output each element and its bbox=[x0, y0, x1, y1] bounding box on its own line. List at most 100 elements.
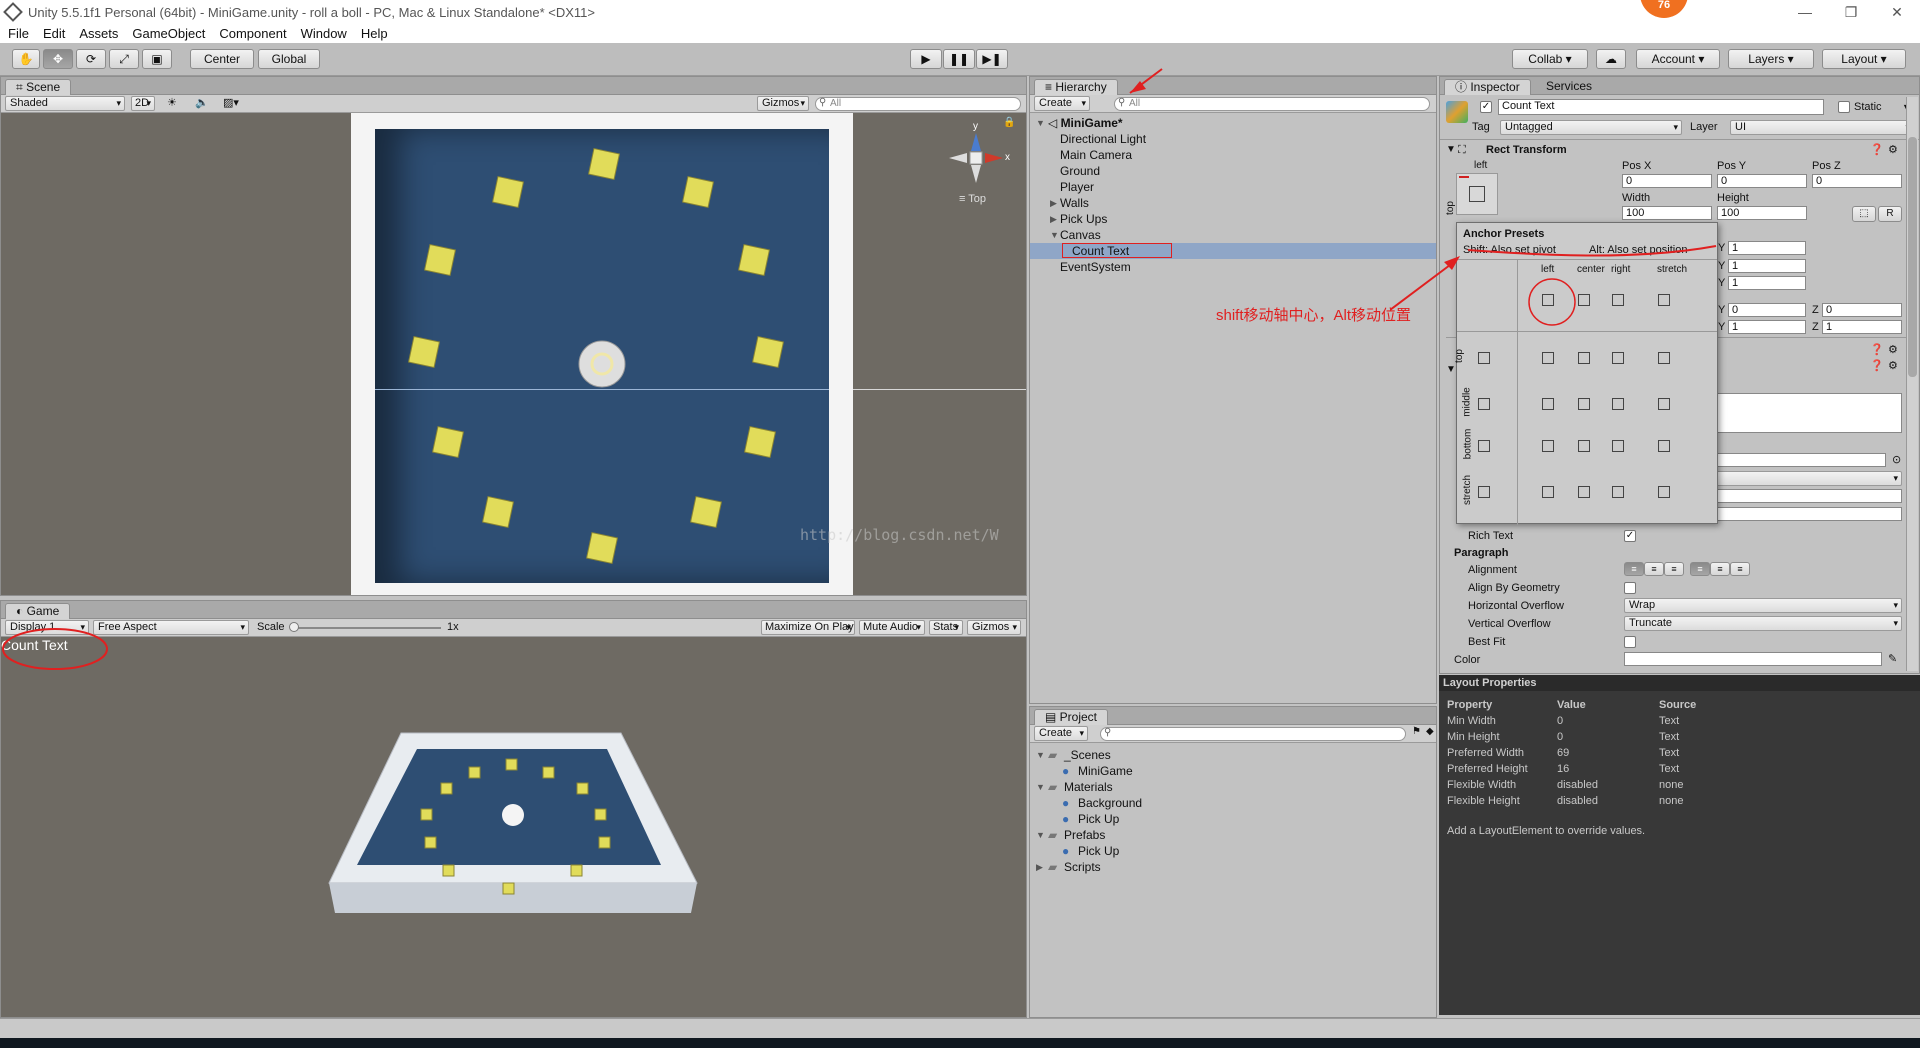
tab-project[interactable]: ▤ Project bbox=[1034, 709, 1109, 725]
lighting-icon[interactable]: ☀ bbox=[167, 96, 177, 109]
anchor-preset-v-2[interactable] bbox=[1469, 431, 1499, 461]
anchor-max-y-input[interactable]: 1 bbox=[1728, 259, 1806, 273]
layer-dropdown[interactable]: UI bbox=[1730, 120, 1914, 135]
hierarchy-create-dropdown[interactable]: Create bbox=[1034, 96, 1090, 111]
anchor-preset-v-0[interactable] bbox=[1469, 343, 1499, 373]
anchor-min-y-input[interactable]: 1 bbox=[1728, 241, 1806, 255]
hierarchy-item[interactable]: ▶ Walls bbox=[1030, 195, 1436, 211]
effects-icon[interactable]: ▨▾ bbox=[223, 96, 239, 109]
anchor-preset-1-2[interactable] bbox=[1603, 389, 1633, 419]
anchor-preset-3-2[interactable] bbox=[1603, 477, 1633, 507]
filter-icon[interactable]: ⚑ bbox=[1412, 726, 1421, 737]
align-middle-button[interactable]: ≡ bbox=[1710, 562, 1730, 576]
menu-item-help[interactable]: Help bbox=[361, 26, 388, 41]
hierarchy-item[interactable]: Count Text bbox=[1030, 243, 1436, 259]
mute-audio-toggle[interactable]: Mute Audio bbox=[859, 620, 925, 635]
text-content-area[interactable] bbox=[1716, 393, 1902, 433]
scene-orientation-gizmo[interactable]: y x ≡ Top bbox=[941, 121, 1011, 213]
scene-search-input[interactable]: All bbox=[815, 97, 1021, 111]
menu-item-component[interactable]: Component bbox=[219, 26, 286, 41]
align-bottom-button[interactable]: ≡ bbox=[1730, 562, 1750, 576]
rich-text-checkbox[interactable]: ✓ bbox=[1624, 530, 1636, 542]
maximize-button[interactable]: ❐ bbox=[1828, 0, 1874, 24]
settings-gear-icon[interactable]: ⚙ bbox=[1888, 143, 1898, 157]
game-viewport[interactable]: Count Text bbox=[1, 628, 1026, 1017]
hierarchy-item[interactable]: Player bbox=[1030, 179, 1436, 195]
anchor-preset-3-3[interactable] bbox=[1649, 477, 1679, 507]
align-left-button[interactable]: ≡ bbox=[1624, 562, 1644, 576]
project-item[interactable]: ▶ ▰ Scripts bbox=[1030, 859, 1436, 875]
hierarchy-item[interactable]: EventSystem bbox=[1030, 259, 1436, 275]
blueprint-mode-button[interactable]: ⬚ bbox=[1852, 206, 1876, 222]
hierarchy-item[interactable]: Main Camera bbox=[1030, 147, 1436, 163]
menu-item-window[interactable]: Window bbox=[301, 26, 347, 41]
scale-tool-button[interactable]: ⤢ bbox=[109, 49, 139, 69]
anchor-preset-v-1[interactable] bbox=[1469, 389, 1499, 419]
anchor-preset-2-3[interactable] bbox=[1649, 431, 1679, 461]
pos-z-input[interactable]: 0 bbox=[1812, 174, 1902, 188]
fold-arrow-icon[interactable]: ▶ bbox=[1050, 211, 1057, 227]
stats-toggle[interactable]: Stats bbox=[929, 620, 963, 635]
object-picker-icon[interactable]: ⊙ bbox=[1892, 453, 1901, 467]
project-item[interactable]: ▼ ▰ Materials bbox=[1030, 779, 1436, 795]
project-item[interactable]: ▼ ▰ Prefabs bbox=[1030, 827, 1436, 843]
fold-arrow-icon[interactable]: ▼ bbox=[1036, 779, 1045, 795]
hierarchy-search-input[interactable]: All bbox=[1114, 97, 1430, 111]
anchor-preset-1-3[interactable] bbox=[1649, 389, 1679, 419]
scale-slider-handle[interactable] bbox=[289, 622, 299, 632]
fold-arrow-icon[interactable]: ▼ bbox=[1050, 227, 1059, 243]
step-button[interactable]: ▶❚ bbox=[976, 49, 1008, 69]
active-checkbox[interactable]: ✓ bbox=[1480, 101, 1492, 113]
anchor-preset-2-1[interactable] bbox=[1569, 431, 1599, 461]
anchor-preset-0-0[interactable] bbox=[1533, 343, 1563, 373]
align-top-button[interactable]: ≡ bbox=[1690, 562, 1710, 576]
help-icon[interactable]: ❓ bbox=[1870, 143, 1884, 157]
minimize-button[interactable]: — bbox=[1782, 0, 1828, 24]
tag-dropdown[interactable]: Untagged bbox=[1500, 120, 1682, 135]
pos-y-input[interactable]: 0 bbox=[1717, 174, 1807, 188]
project-search-input[interactable] bbox=[1100, 727, 1406, 741]
collab-dropdown[interactable]: Collab ▾ bbox=[1512, 49, 1588, 69]
hierarchy-item[interactable]: ▼ Canvas bbox=[1030, 227, 1436, 243]
lock-icon[interactable]: 🔒 bbox=[1003, 117, 1015, 128]
anchor-preset-0-3[interactable] bbox=[1649, 343, 1679, 373]
rotation-y-input[interactable]: 0 bbox=[1728, 303, 1806, 317]
hierarchy-item[interactable]: Ground bbox=[1030, 163, 1436, 179]
rotation-z-input[interactable]: 0 bbox=[1822, 303, 1902, 317]
scene-gizmos-dropdown[interactable]: Gizmos bbox=[757, 96, 809, 111]
tab-services[interactable]: Services bbox=[1536, 79, 1602, 95]
scale-y-input[interactable]: 1 bbox=[1728, 320, 1806, 334]
close-button[interactable]: ✕ bbox=[1874, 0, 1920, 24]
pause-button[interactable]: ❚❚ bbox=[943, 49, 975, 69]
align-center-button[interactable]: ≡ bbox=[1644, 562, 1664, 576]
object-name-input[interactable]: Count Text bbox=[1498, 99, 1824, 115]
anchor-preset-2-2[interactable] bbox=[1603, 431, 1633, 461]
static-checkbox[interactable] bbox=[1838, 101, 1850, 113]
anchor-preset-0-1[interactable] bbox=[1569, 343, 1599, 373]
settings-gear-icon[interactable]: ⚙ bbox=[1888, 359, 1898, 373]
best-fit-checkbox[interactable] bbox=[1624, 636, 1636, 648]
game-gizmos-dropdown[interactable]: Gizmos bbox=[967, 620, 1021, 635]
project-item[interactable]: ● Background bbox=[1030, 795, 1436, 811]
fold-arrow-icon[interactable]: ▶ bbox=[1050, 195, 1057, 211]
layout-dropdown[interactable]: Layout ▾ bbox=[1822, 49, 1906, 69]
fold-arrow-icon[interactable]: ▶ bbox=[1036, 859, 1043, 875]
anchor-preset-v-3[interactable] bbox=[1469, 477, 1499, 507]
vertical-overflow-dropdown[interactable]: Truncate bbox=[1624, 616, 1902, 631]
height-input[interactable]: 100 bbox=[1717, 206, 1807, 220]
rect-transform-fold[interactable]: ▼ bbox=[1446, 143, 1456, 157]
menu-item-edit[interactable]: Edit bbox=[43, 26, 65, 41]
hierarchy-item[interactable]: Directional Light bbox=[1030, 131, 1436, 147]
inspector-scrollbar-thumb[interactable] bbox=[1908, 137, 1917, 377]
align-right-button[interactable]: ≡ bbox=[1664, 562, 1684, 576]
menu-item-assets[interactable]: Assets bbox=[79, 26, 118, 41]
pivot-center-button[interactable]: Center bbox=[190, 49, 254, 69]
help-icon[interactable]: ❓ bbox=[1870, 359, 1884, 373]
font-style-dropdown[interactable] bbox=[1716, 471, 1902, 486]
tag-icon[interactable]: ◆ bbox=[1426, 726, 1434, 737]
anchor-preset-0-2[interactable] bbox=[1603, 343, 1633, 373]
project-item[interactable]: ● Pick Up bbox=[1030, 843, 1436, 859]
fold-arrow-icon[interactable]: ▼ bbox=[1036, 827, 1045, 843]
layers-dropdown[interactable]: Layers ▾ bbox=[1728, 49, 1814, 69]
font-size-input[interactable] bbox=[1716, 489, 1902, 503]
